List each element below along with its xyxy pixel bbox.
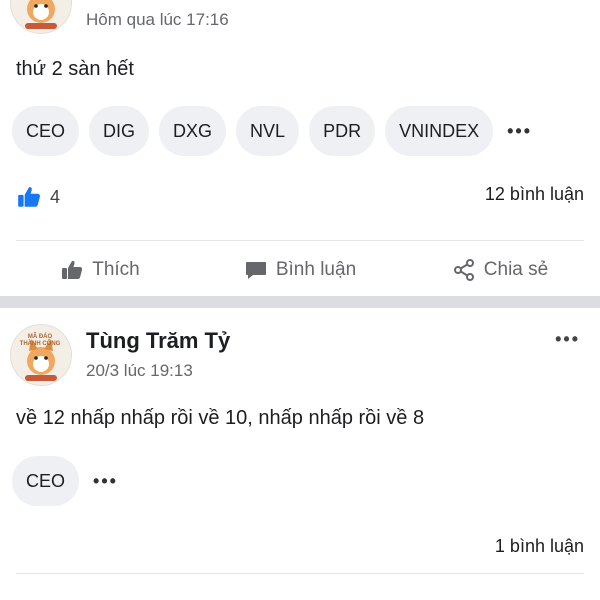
like-label: Thích (92, 259, 140, 280)
feed-separator (0, 296, 600, 308)
comment-count[interactable]: 1 bình luận (495, 536, 584, 557)
comment-button[interactable]: Bình luận (200, 248, 400, 292)
tag-chip[interactable]: VNINDEX (385, 106, 494, 156)
tag-chip[interactable]: DIG (89, 106, 150, 156)
tag-chip[interactable]: CEO (12, 106, 80, 156)
more-tags-button[interactable]: ••• (507, 121, 532, 142)
share-label: Chia sẻ (483, 259, 549, 280)
comment-label: Bình luận (275, 259, 357, 280)
ticker-tags: CEO DIG DXG NVL PDR VNINDEX ••• (12, 106, 532, 156)
tag-chip[interactable]: PDR (309, 106, 376, 156)
post-stats: 4 12 bình luận (0, 184, 600, 214)
tag-chip[interactable]: CEO (12, 456, 80, 506)
dog-avatar-icon (25, 0, 57, 29)
divider (16, 573, 584, 574)
share-icon (453, 259, 474, 281)
post-author[interactable]: Tùng Trăm Tỷ (86, 328, 230, 354)
share-button[interactable]: Chia sẻ (400, 248, 600, 292)
post-timestamp[interactable]: 20/3 lúc 19:13 (86, 361, 193, 381)
comment-count[interactable]: 12 bình luận (485, 184, 584, 205)
post-text: về 12 nhấp nhấp rồi về 10, nhấp nhấp rồi… (16, 407, 425, 429)
ticker-tags: CEO ••• (12, 456, 118, 506)
comment-bubble-icon (245, 262, 266, 279)
tag-chip[interactable]: DXG (159, 106, 227, 156)
more-tags-button[interactable]: ••• (93, 471, 118, 492)
post-timestamp[interactable]: Hôm qua lúc 17:16 (86, 10, 229, 30)
like-count-value: 4 (50, 186, 61, 207)
thumb-up-icon (62, 260, 83, 279)
tag-chip[interactable]: NVL (236, 106, 300, 156)
post-card: MÃ ĐÁO THÀNH CÔNG Tùng Trăm Tỷ 20/3 lúc … (0, 309, 600, 600)
post-action-bar: Thích Bình luận Chia sẻ (0, 248, 600, 292)
like-count[interactable]: 4 (16, 184, 60, 210)
like-button[interactable]: Thích (0, 248, 200, 292)
post-options-button[interactable]: ••• (555, 329, 580, 350)
like-thumb-icon (18, 187, 40, 207)
divider (16, 240, 584, 241)
post-text: thứ 2 sàn hết (16, 58, 134, 80)
author-avatar[interactable] (10, 0, 72, 34)
avatar-caption: MÃ ĐÁO THÀNH CÔNG (19, 334, 61, 347)
